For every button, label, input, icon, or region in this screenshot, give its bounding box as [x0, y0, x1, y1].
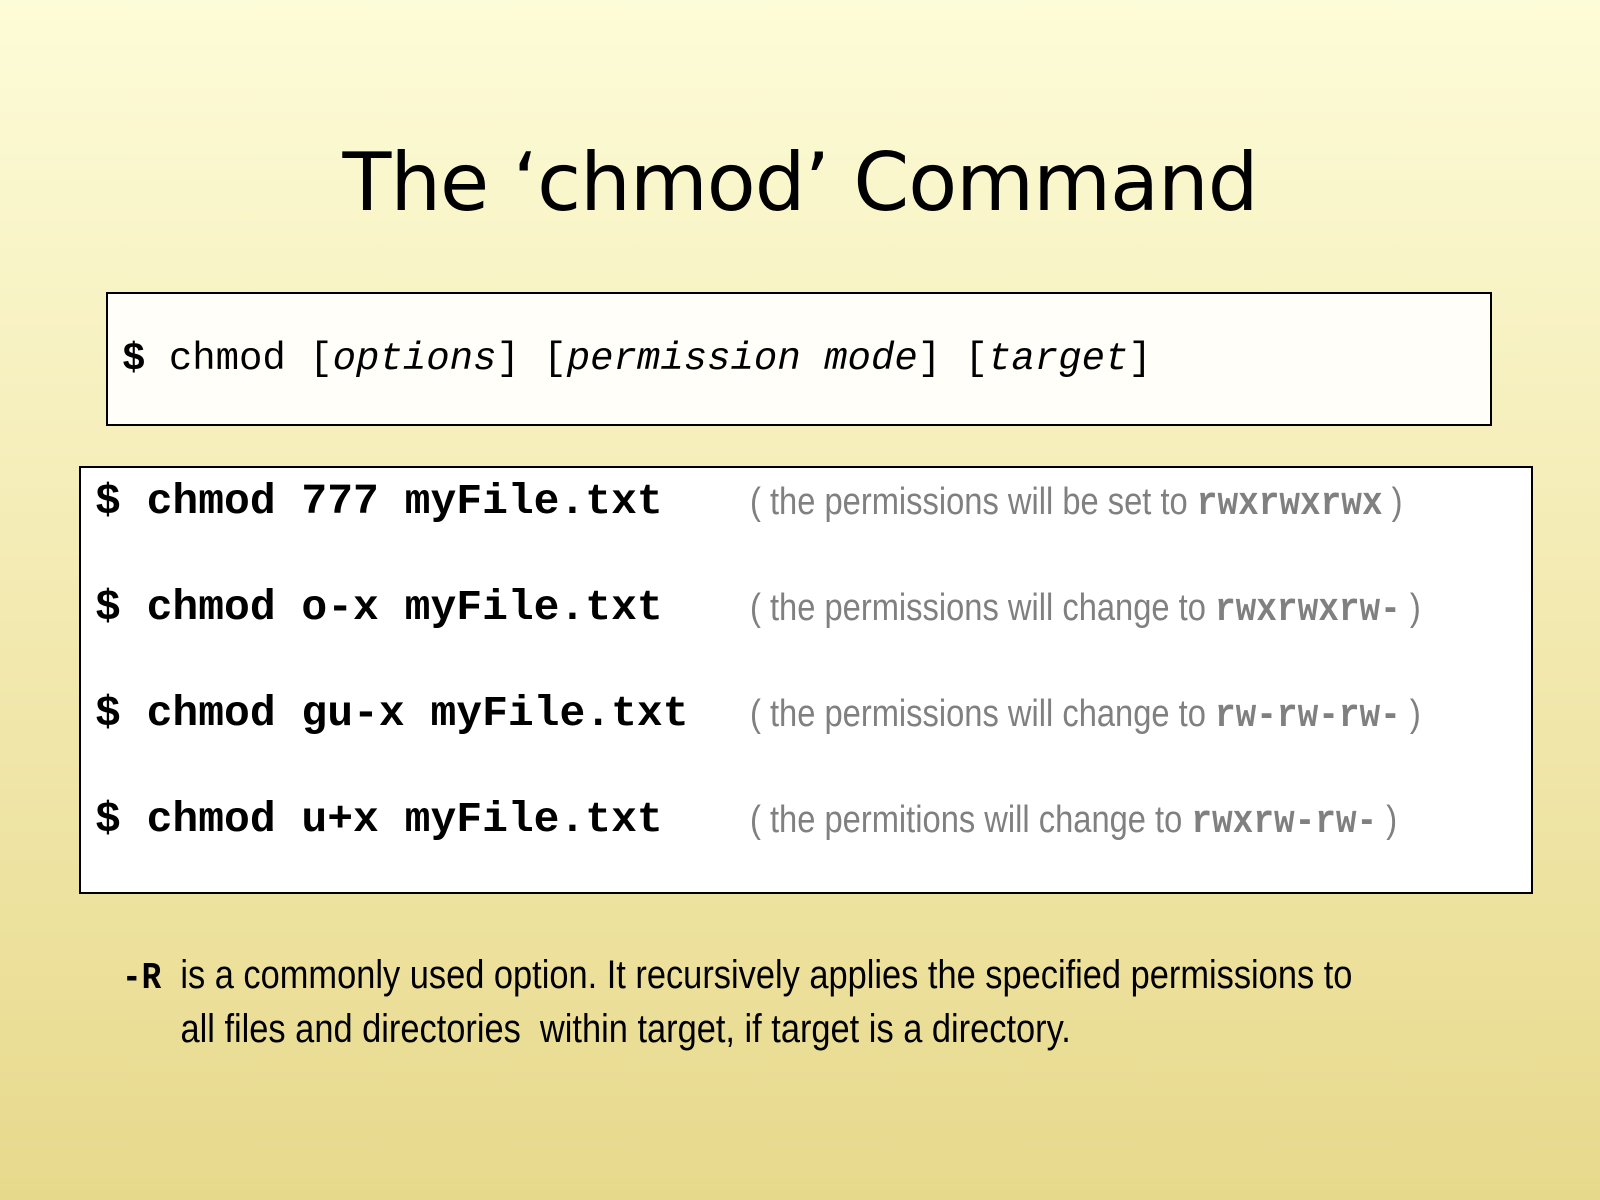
note-prefix: ( the permissions will be set to — [750, 481, 1197, 523]
note-prefix: ( the permissions will change to — [750, 587, 1215, 629]
example-command: $ chmod o-x myFile.txt — [95, 583, 663, 632]
footnote-line: all files and directories within target,… — [180, 1007, 1071, 1051]
example-row: $ chmod u+x myFile.txt ( the permitions … — [95, 790, 1525, 850]
syntax-line: $ chmod [options] [permission mode] [tar… — [122, 334, 1152, 384]
example-note: ( the permissions will be set to rwxrwxr… — [750, 472, 1403, 535]
note-suffix: ) — [1400, 693, 1421, 735]
note-permissions: rw-rw-rw- — [1214, 694, 1401, 739]
example-note: ( the permissions will change to rwxrwxr… — [750, 578, 1421, 641]
note-prefix: ( the permitions will change to — [750, 799, 1192, 841]
example-note: ( the permitions will change to rwxrw-rw… — [750, 790, 1397, 853]
syntax-target: target — [987, 337, 1129, 381]
footnote-line: -R is a commonly used option. It recursi… — [122, 950, 1352, 1004]
note-suffix: ) — [1382, 481, 1403, 523]
slide-title: The ‘chmod’ Command — [342, 136, 1258, 229]
syntax-bracket-close: ] — [917, 337, 942, 381]
example-command: $ chmod u+x myFile.txt — [95, 795, 663, 844]
syntax-options: options — [332, 337, 497, 381]
syntax-bracket-open: [ — [964, 337, 988, 381]
footnote: -R is a commonly used option. It recursi… — [122, 950, 1542, 1054]
note-permissions: rwxrw-rw- — [1191, 800, 1378, 845]
syntax-bracket-open: [ — [543, 337, 567, 381]
example-command: $ chmod 777 myFile.txt — [95, 477, 663, 526]
syntax-bracket-open: [ — [309, 337, 333, 381]
note-permissions: rwxrwxrw- — [1214, 588, 1401, 633]
footnote-text: is a commonly used option. It recursivel… — [161, 953, 1353, 997]
example-row: $ chmod gu-x myFile.txt ( the permission… — [95, 684, 1525, 744]
syntax-command: chmod — [168, 337, 286, 381]
option-flag: -R — [122, 957, 162, 1000]
syntax-box: $ chmod [options] [permission mode] [tar… — [106, 292, 1492, 426]
example-command: $ chmod gu-x myFile.txt — [95, 689, 689, 738]
syntax-bracket-close: ] — [1128, 337, 1152, 381]
example-row: $ chmod 777 myFile.txt ( the permissions… — [95, 472, 1525, 532]
note-prefix: ( the permissions will change to — [750, 693, 1215, 735]
syntax-prompt: $ — [122, 337, 146, 381]
example-note: ( the permissions will change to rw-rw-r… — [750, 684, 1421, 747]
syntax-bracket-close: ] — [496, 337, 520, 381]
note-suffix: ) — [1377, 799, 1398, 841]
syntax-permission-mode: permission mode — [566, 337, 918, 381]
note-suffix: ) — [1400, 587, 1421, 629]
example-row: $ chmod o-x myFile.txt ( the permissions… — [95, 578, 1525, 638]
note-permissions: rwxrwxrwx — [1196, 482, 1383, 527]
examples-box: $ chmod 777 myFile.txt ( the permissions… — [79, 466, 1533, 894]
